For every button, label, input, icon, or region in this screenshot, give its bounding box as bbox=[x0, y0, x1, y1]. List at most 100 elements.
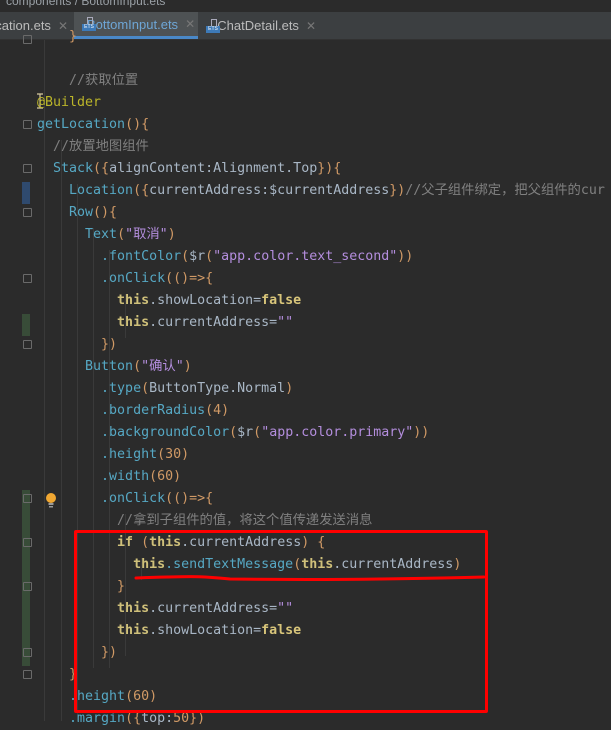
code-line[interactable]: .onClick(()=>{ bbox=[37, 488, 213, 510]
code-token: ( bbox=[157, 447, 166, 462]
code-line[interactable]: Stack({alignContent:Alignment.Top}){ bbox=[37, 158, 341, 180]
code-token: }) bbox=[189, 711, 206, 726]
code-token: //获取位置 bbox=[37, 73, 139, 88]
code-token: ( bbox=[205, 249, 214, 264]
code-token: ( bbox=[229, 425, 238, 440]
fold-marker-icon[interactable] bbox=[23, 582, 32, 591]
code-token: currentAddress:$currentAddress bbox=[149, 183, 390, 198]
code-token: .backgroundColor bbox=[37, 425, 230, 440]
added-line-marker[interactable] bbox=[22, 490, 30, 666]
code-token: ) bbox=[285, 381, 294, 396]
code-line[interactable]: }) bbox=[37, 334, 117, 356]
tab-bottominput[interactable]: ETS BottomInput.ets ✕ bbox=[74, 12, 198, 39]
code-line[interactable]: @Builder bbox=[37, 92, 101, 114]
code-token: @Builder bbox=[37, 95, 102, 110]
code-token: (()=>{ bbox=[165, 491, 214, 506]
code-token: ( bbox=[117, 227, 126, 242]
code-token: //父子组件绑定，把父组件的cur bbox=[405, 183, 605, 198]
code-token: ) bbox=[181, 447, 190, 462]
code-token: false bbox=[261, 293, 302, 308]
code-token: .width bbox=[37, 469, 150, 484]
close-icon[interactable]: ✕ bbox=[185, 17, 195, 31]
fold-marker-icon[interactable] bbox=[23, 648, 32, 657]
code-token: )) bbox=[397, 249, 414, 264]
code-token: ({ bbox=[93, 161, 110, 176]
fold-marker-icon[interactable] bbox=[23, 120, 32, 129]
code-token: .height bbox=[37, 447, 158, 462]
code-line[interactable]: //拿到子组件的值，将这个值传递发送消息 bbox=[37, 510, 372, 532]
code-line[interactable]: Text("取消") bbox=[37, 224, 176, 246]
modified-line-marker[interactable] bbox=[22, 182, 30, 204]
code-token: ( bbox=[141, 381, 150, 396]
code-line[interactable]: .type(ButtonType.Normal) bbox=[37, 378, 293, 400]
code-token: Location bbox=[37, 183, 134, 198]
code-editor[interactable]: } //获取位置 @Builder getLocation(){ //放置地图组件 … bbox=[0, 29, 611, 726]
close-icon[interactable]: ✕ bbox=[306, 19, 316, 33]
code-line[interactable]: .borderRadius(4) bbox=[37, 400, 229, 422]
added-line-marker[interactable] bbox=[22, 314, 30, 336]
code-token: "app.color.primary" bbox=[261, 425, 414, 440]
fold-marker-icon[interactable] bbox=[23, 35, 32, 44]
code-token: }){ bbox=[317, 161, 342, 176]
code-line[interactable]: .onClick(()=>{ bbox=[37, 268, 213, 290]
code-line[interactable]: this.showLocation=false bbox=[37, 290, 301, 312]
code-token: 60 bbox=[157, 469, 174, 484]
code-token: )) bbox=[413, 425, 430, 440]
ets-file-icon: ETS bbox=[206, 18, 220, 33]
code-token: Text bbox=[37, 227, 118, 242]
code-line[interactable]: } bbox=[37, 26, 77, 48]
code-token: (){ bbox=[93, 205, 118, 220]
code-token: ) bbox=[183, 359, 192, 374]
code-token: ButtonType.Normal bbox=[149, 381, 286, 396]
code-token: 30 bbox=[165, 447, 182, 462]
code-line[interactable]: .height(30) bbox=[37, 444, 189, 466]
code-token: }) bbox=[37, 337, 118, 352]
code-token: top: bbox=[141, 711, 174, 726]
fold-marker-icon[interactable] bbox=[23, 670, 32, 679]
code-token: ) bbox=[167, 227, 176, 242]
code-token: ( bbox=[133, 359, 142, 374]
code-token: .currentAddress= bbox=[149, 315, 278, 330]
annotation-highlight-box bbox=[74, 530, 488, 713]
code-token: Button bbox=[37, 359, 134, 374]
code-line[interactable]: //获取位置 bbox=[37, 70, 138, 92]
code-token: getLocation bbox=[37, 117, 126, 132]
code-line[interactable]: Button("确认") bbox=[37, 356, 192, 378]
fold-marker-icon[interactable] bbox=[23, 274, 32, 283]
code-token: 4 bbox=[213, 403, 222, 418]
code-line[interactable]: this.currentAddress="" bbox=[37, 312, 293, 334]
code-token: alignContent:Alignment.Top bbox=[109, 161, 318, 176]
fold-marker-icon[interactable] bbox=[23, 538, 32, 547]
code-line[interactable]: .width(60) bbox=[37, 466, 181, 488]
fold-marker-icon[interactable] bbox=[23, 208, 32, 217]
fold-marker-icon[interactable] bbox=[23, 494, 32, 503]
code-token: "" bbox=[277, 315, 294, 330]
code-line[interactable]: .fontColor($r("app.color.text_second")) bbox=[37, 246, 413, 268]
code-token: 50 bbox=[173, 711, 190, 726]
code-line[interactable]: //放置地图组件 bbox=[37, 136, 149, 158]
code-line[interactable]: Location({currentAddress:$currentAddress… bbox=[37, 180, 605, 202]
code-line[interactable]: Row(){ bbox=[37, 202, 117, 224]
code-token: "app.color.text_second" bbox=[213, 249, 398, 264]
code-token: } bbox=[37, 29, 78, 44]
fold-marker-icon[interactable] bbox=[23, 340, 32, 349]
code-token: (){ bbox=[125, 117, 150, 132]
tab-label: ChatDetail.ets bbox=[217, 18, 299, 33]
code-token: $r bbox=[189, 249, 206, 264]
breadcrumb[interactable]: components / BottomInput.ets bbox=[0, 0, 165, 8]
tab-chatdetail[interactable]: ETS ChatDetail.ets ✕ bbox=[198, 12, 322, 39]
code-token: ( bbox=[253, 425, 262, 440]
tab-label: BottomInput.ets bbox=[87, 16, 179, 32]
editor-tab-bar: ETS Location.ets ✕ ETS BottomInput.ets ✕… bbox=[0, 12, 611, 40]
code-token: .fontColor bbox=[37, 249, 182, 264]
code-token: ({ bbox=[133, 183, 150, 198]
code-token: }) bbox=[389, 183, 406, 198]
code-token: //放置地图组件 bbox=[37, 139, 149, 154]
code-token: .showLocation= bbox=[149, 293, 262, 308]
code-token: (()=>{ bbox=[165, 271, 214, 286]
fold-marker-icon[interactable] bbox=[23, 164, 32, 173]
code-token: "取消" bbox=[125, 227, 168, 242]
code-line[interactable]: getLocation(){ bbox=[37, 114, 149, 136]
code-line[interactable]: .backgroundColor($r("app.color.primary")… bbox=[37, 422, 429, 444]
code-line[interactable]: } bbox=[37, 664, 77, 686]
